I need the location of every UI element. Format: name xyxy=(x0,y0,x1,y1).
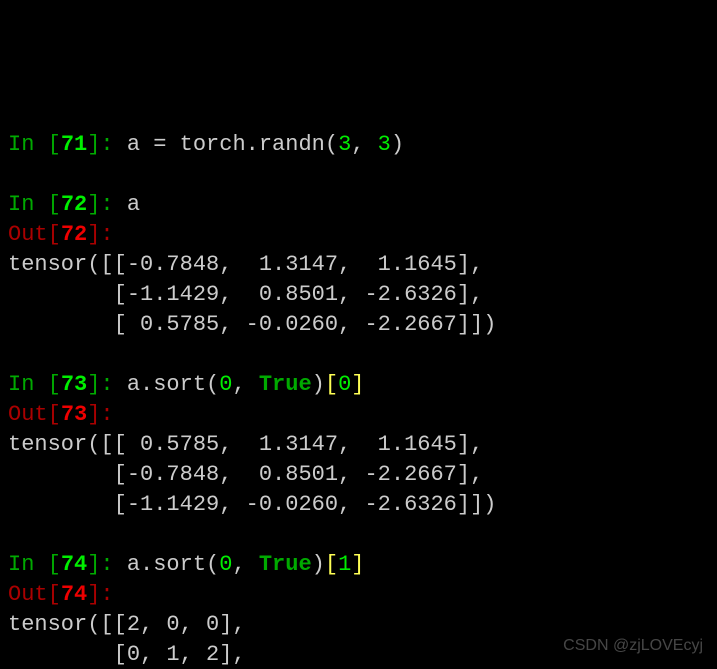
prompt-number: 72 xyxy=(61,222,87,247)
in-prompt: In [71]: xyxy=(8,132,127,157)
cell-output: tensor([[-0.7848, 1.3147, 1.1645], [-1.1… xyxy=(8,252,496,337)
code-line: a = torch.randn( xyxy=(127,132,338,157)
number-literal: 3 xyxy=(338,132,351,157)
number-literal: 3 xyxy=(378,132,391,157)
prompt-number: 74 xyxy=(61,552,87,577)
number-literal: 1 xyxy=(338,552,351,577)
index-bracket: ] xyxy=(351,552,364,577)
out-prompt: Out[74]: xyxy=(8,582,114,607)
out-prompt: Out[73]: xyxy=(8,402,114,427)
prompt-number: 73 xyxy=(61,402,87,427)
in-prompt: In [73]: xyxy=(8,372,127,397)
number-literal: 0 xyxy=(338,372,351,397)
code-line: a.sort( xyxy=(127,372,219,397)
terminal-output: In [71]: a = torch.randn(3, 3) In [72]: … xyxy=(8,130,709,669)
index-bracket: [ xyxy=(325,552,338,577)
number-literal: 0 xyxy=(219,552,232,577)
in-prompt: In [72]: xyxy=(8,192,127,217)
prompt-number: 71 xyxy=(61,132,87,157)
cell-output: tensor([[2, 0, 0], [0, 1, 2], [1, 2, 1]]… xyxy=(8,612,259,669)
index-bracket: [ xyxy=(325,372,338,397)
prompt-number: 72 xyxy=(61,192,87,217)
number-literal: 0 xyxy=(219,372,232,397)
prompt-number: 74 xyxy=(61,582,87,607)
code-line: a.sort( xyxy=(127,552,219,577)
out-prompt: Out[72]: xyxy=(8,222,114,247)
keyword-true: True xyxy=(259,372,312,397)
index-bracket: ] xyxy=(351,372,364,397)
prompt-number: 73 xyxy=(61,372,87,397)
watermark: CSDN @zjLOVEcyj xyxy=(563,631,703,661)
in-prompt: In [74]: xyxy=(8,552,127,577)
cell-output: tensor([[ 0.5785, 1.3147, 1.1645], [-0.7… xyxy=(8,432,496,517)
code-line: a xyxy=(127,192,140,217)
keyword-true: True xyxy=(259,552,312,577)
